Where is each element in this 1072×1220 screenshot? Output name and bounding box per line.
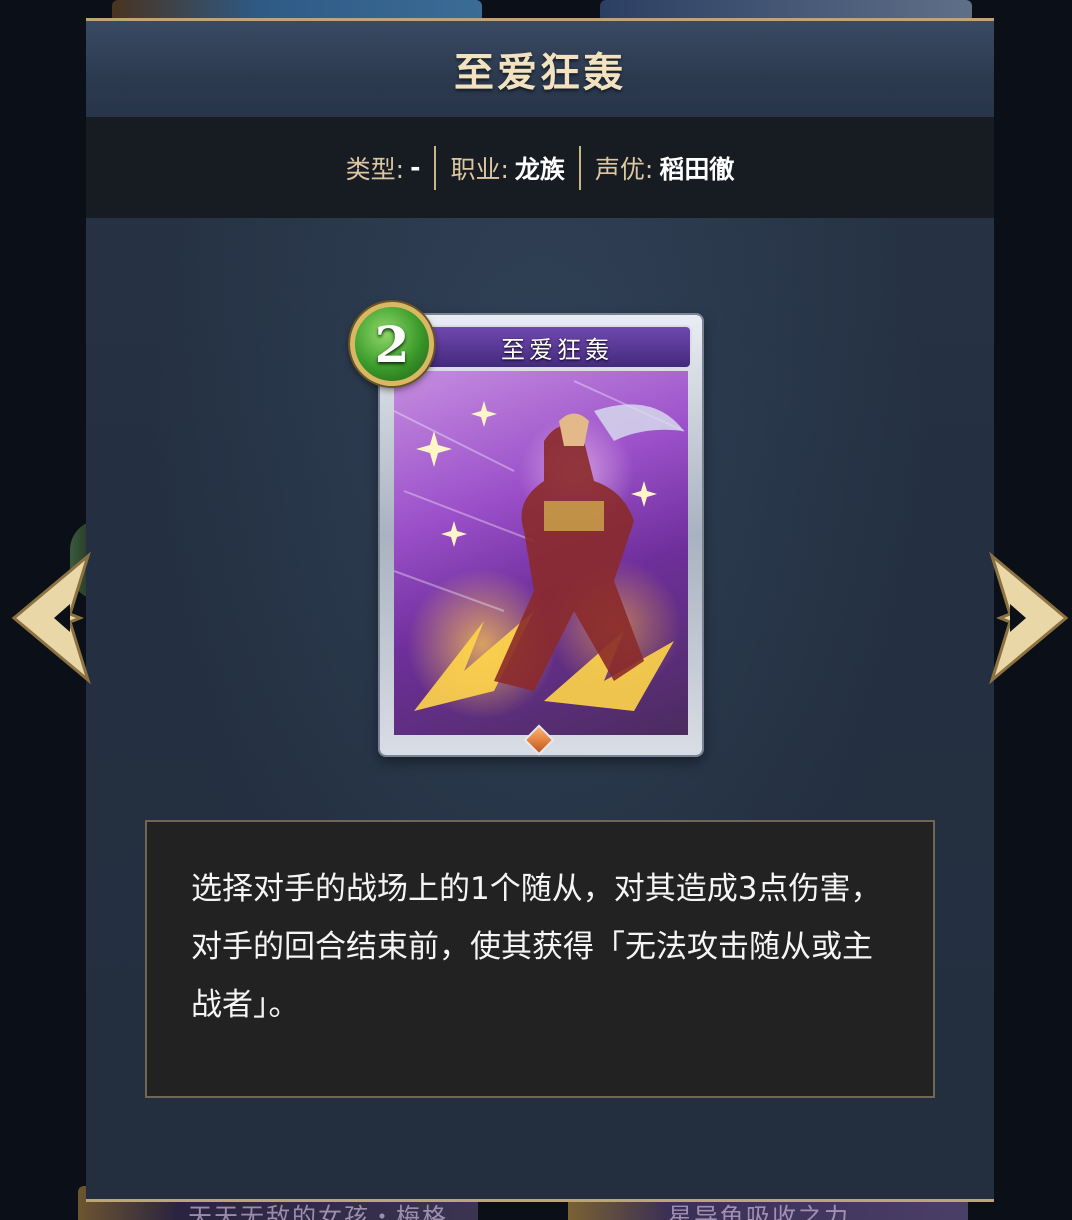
chevron-right-icon — [989, 551, 1069, 685]
meta-class-label: 职业: — [450, 154, 509, 184]
card-description-box: 选择对手的战场上的1个随从，对其造成3点伤害，对手的回合结束前，使其获得「无法攻… — [145, 820, 935, 1098]
card-art — [394, 371, 688, 735]
meta-type: 类型: - — [332, 150, 435, 186]
meta-class: 职业: 龙族 — [436, 150, 578, 186]
card-art-illustration — [394, 380, 685, 711]
meta-voice-value: 稻田徹 — [659, 154, 735, 184]
card-title: 至爱狂轰 — [454, 49, 626, 96]
card-description: 选择对手的战场上的1个随从，对其造成3点伤害，对手的回合结束前，使其获得「无法攻… — [191, 871, 882, 1023]
title-bar: 至爱狂轰 — [86, 21, 994, 117]
meta-class-value: 龙族 — [514, 154, 565, 184]
card-cost: 2 — [374, 314, 410, 374]
card-image[interactable]: 至爱狂轰 — [380, 315, 702, 756]
chevron-left-icon — [11, 551, 91, 685]
cost-gem: 2 — [350, 302, 434, 386]
previous-card-button[interactable] — [10, 551, 92, 685]
card-meta-bar: 类型: - 职业: 龙族 声优: 稻田徹 — [86, 117, 994, 218]
next-card-button[interactable] — [988, 551, 1070, 685]
meta-voice: 声优: 稻田徹 — [581, 150, 748, 186]
meta-voice-label: 声优: — [594, 154, 654, 184]
meta-type-label: 类型: — [345, 154, 405, 184]
meta-type-value: - — [410, 153, 421, 182]
card-name: 至爱狂轰 — [501, 335, 613, 364]
card-name-bar: 至爱狂轰 — [422, 325, 692, 369]
